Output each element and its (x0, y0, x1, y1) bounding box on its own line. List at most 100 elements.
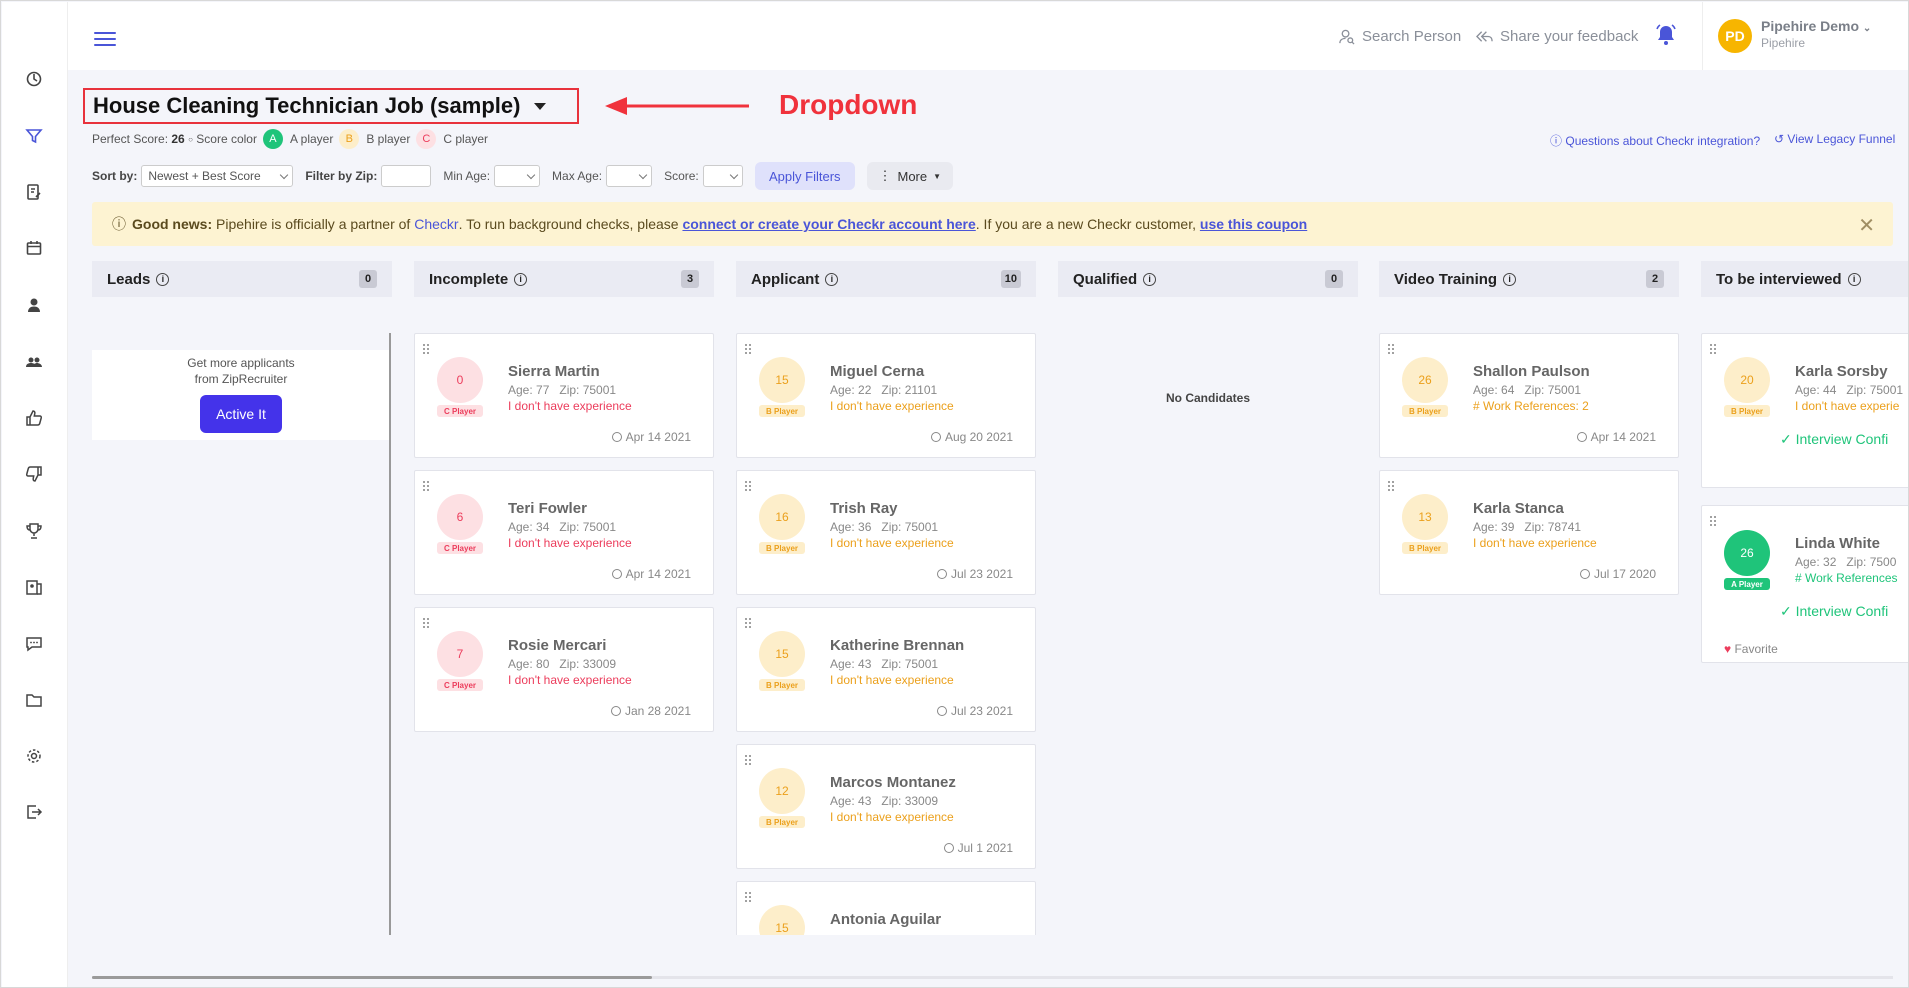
candidate-date-row: Aug 20 2021 (930, 430, 1013, 444)
candidate-name[interactable]: Katherine Brennan (830, 637, 964, 654)
info-icon[interactable]: i (514, 272, 528, 286)
candidate-date: Jan 28 2021 (624, 704, 691, 718)
drag-handle-icon[interactable] (744, 480, 752, 491)
min-age-select[interactable] (494, 165, 541, 187)
user-icon[interactable] (22, 293, 46, 317)
candidate-name[interactable]: Sierra Martin (508, 363, 600, 380)
drag-handle-icon[interactable] (744, 617, 752, 628)
connect-checkr-link[interactable]: connect or create your Checkr account he… (682, 216, 975, 232)
column-title: Applicant (751, 270, 820, 288)
legacy-funnel-link[interactable]: ↺ View Legacy Funnel (1774, 132, 1895, 146)
info-icon[interactable]: i (1847, 272, 1861, 286)
dashboard-icon[interactable] (22, 67, 46, 91)
candidate-card[interactable]: 20 B Player Karla Sorsby Age: 44 Zip: 75… (1701, 333, 1908, 488)
clock-icon (611, 569, 622, 579)
folder-icon[interactable] (22, 688, 46, 712)
candidate-name[interactable]: Shallon Paulson (1473, 363, 1590, 380)
score-color-label: Score color (196, 132, 257, 146)
candidate-name[interactable]: Teri Fowler (508, 500, 587, 517)
candidate-card[interactable]: 15 Antonia Aguilar (736, 881, 1036, 935)
candidate-date: Jul 1 2021 (957, 841, 1013, 855)
favorite-button[interactable]: ♥ Favorite (1724, 642, 1778, 656)
candidate-name[interactable]: Karla Stanca (1473, 500, 1564, 517)
info-icon[interactable]: i (825, 272, 839, 286)
card-clip: 15 Antonia Aguilar (736, 881, 1036, 935)
active-it-button[interactable]: Active It (200, 395, 282, 433)
job-dropdown[interactable]: House Cleaning Technician Job (sample) (83, 88, 579, 124)
chat-icon[interactable] (22, 632, 46, 656)
candidate-name[interactable]: Linda White (1795, 535, 1880, 552)
share-feedback-button[interactable]: Share your feedback (1476, 28, 1638, 45)
info-icon[interactable]: i (156, 272, 170, 286)
info-icon[interactable]: i (1143, 272, 1157, 286)
more-button[interactable]: ⋮ More ▼ (866, 162, 953, 190)
candidate-card[interactable]: 26 A Player Linda White Age: 32 Zip: 750… (1701, 505, 1908, 663)
checkr-questions-link[interactable]: ⓘ Questions about Checkr integration? (1550, 132, 1760, 149)
candidate-card[interactable]: 6 C Player Teri Fowler Age: 34 Zip: 7500… (414, 470, 714, 595)
candidate-card[interactable]: 12 B Player Marcos Montanez Age: 43 Zip:… (736, 744, 1036, 869)
candidate-card[interactable]: 16 B Player Trish Ray Age: 36 Zip: 75001… (736, 470, 1036, 595)
max-age-select[interactable] (606, 165, 653, 187)
candidate-card[interactable]: 0 C Player Sierra Martin Age: 77 Zip: 75… (414, 333, 714, 458)
candidate-card[interactable]: 13 B Player Karla Stanca Age: 39 Zip: 78… (1379, 470, 1679, 595)
document-edit-icon[interactable] (22, 180, 46, 204)
apply-filters-button[interactable]: Apply Filters (754, 162, 855, 190)
column-header-video-training: Video Training i 2 (1379, 261, 1679, 297)
candidate-name[interactable]: Rosie Mercari (508, 637, 606, 654)
column-header-applicant: Applicant i 10 (736, 261, 1036, 297)
info-icon[interactable]: i (1503, 272, 1517, 286)
notification-bell-icon[interactable] (1654, 23, 1678, 47)
candidate-name[interactable]: Antonia Aguilar (830, 911, 941, 928)
drag-handle-icon[interactable] (744, 754, 752, 765)
column-header-incomplete: Incomplete i 3 (414, 261, 714, 297)
funnel-icon[interactable] (22, 124, 46, 148)
clock-icon (1576, 432, 1587, 442)
drag-handle-icon[interactable] (1387, 343, 1395, 354)
candidate-name[interactable]: Trish Ray (830, 500, 898, 517)
gear-icon[interactable] (22, 744, 46, 768)
candidate-card[interactable]: 7 C Player Rosie Mercari Age: 80 Zip: 33… (414, 607, 714, 732)
candidate-card[interactable]: 26 B Player Shallon Paulson Age: 64 Zip:… (1379, 333, 1679, 458)
drag-handle-icon[interactable] (422, 343, 430, 354)
id-card-icon[interactable] (22, 575, 46, 599)
hamburger-menu-icon[interactable] (94, 32, 116, 50)
c-player-label: C player (443, 132, 489, 146)
leads-empty-panel: Get more applicants from ZipRecruiter Act… (92, 350, 390, 440)
score-select[interactable] (702, 165, 743, 187)
thumbs-up-icon[interactable] (22, 406, 46, 430)
logout-icon[interactable] (22, 800, 46, 824)
zip-input[interactable] (381, 165, 432, 187)
sort-select[interactable]: Newest + Best Score (141, 165, 294, 187)
drag-handle-icon[interactable] (744, 891, 752, 902)
column-header-to-be-interviewed: To be interviewed i (1701, 261, 1908, 297)
candidate-name[interactable]: Karla Sorsby (1795, 363, 1888, 380)
drag-handle-icon[interactable] (1709, 343, 1717, 354)
drag-handle-icon[interactable] (1387, 480, 1395, 491)
user-org: Pipehire (1761, 36, 1806, 50)
candidate-name[interactable]: Miguel Cerna (830, 363, 924, 380)
candidate-date-row: Jul 23 2021 (936, 704, 1013, 718)
trophy-icon[interactable] (22, 519, 46, 543)
thumbs-down-icon[interactable] (22, 462, 46, 486)
candidate-name[interactable]: Marcos Montanez (830, 774, 956, 791)
drag-handle-icon[interactable] (1709, 515, 1717, 526)
calendar-icon[interactable] (22, 236, 46, 260)
coupon-link[interactable]: use this coupon (1200, 216, 1307, 232)
search-person-button[interactable]: Search Person (1338, 28, 1461, 45)
avatar[interactable]: PD (1718, 19, 1752, 53)
interview-column: 20 B Player Karla Sorsby Age: 44 Zip: 75… (1701, 333, 1908, 663)
drag-handle-icon[interactable] (744, 343, 752, 354)
users-group-icon[interactable] (22, 350, 46, 374)
drag-handle-icon[interactable] (422, 480, 430, 491)
candidate-card[interactable]: 15 B Player Miguel Cerna Age: 22 Zip: 21… (736, 333, 1036, 458)
close-icon[interactable]: ✕ (1858, 213, 1875, 238)
horizontal-scrollbar-thumb[interactable] (92, 976, 652, 979)
drag-handle-icon[interactable] (422, 617, 430, 628)
candidate-card[interactable]: 15 B Player Katherine Brennan Age: 43 Zi… (736, 607, 1036, 732)
user-menu[interactable]: Pipehire Demo ⌄ (1761, 18, 1871, 34)
checkr-link[interactable]: Checkr (414, 216, 458, 232)
job-title: House Cleaning Technician Job (sample) (93, 93, 521, 118)
column-count: 3 (681, 270, 699, 288)
sort-label: Sort by: (92, 169, 138, 183)
candidate-meta: Age: 77 Zip: 75001 (508, 383, 617, 397)
